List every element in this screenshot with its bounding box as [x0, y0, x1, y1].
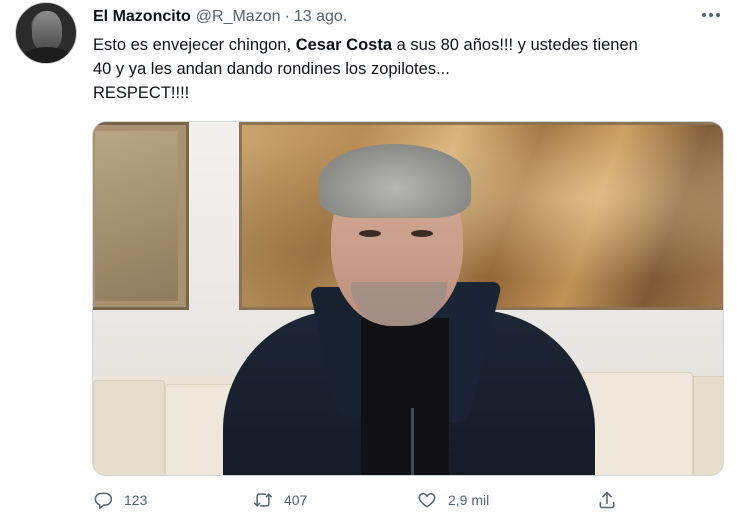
- like-count: 2,9 mil: [448, 492, 490, 508]
- photo-zip: [411, 408, 414, 475]
- tweet-photo[interactable]: [92, 121, 724, 476]
- retweet-icon: [253, 490, 273, 510]
- like-button[interactable]: 2,9 mil: [417, 490, 489, 510]
- reply-icon: [93, 490, 113, 510]
- text-segment: a sus 80 años!!! y ustedes tienen: [392, 36, 638, 54]
- photo-cushion: [581, 372, 693, 475]
- tweet-text-line-2: 40 y ya les andan dando rondines los zop…: [93, 60, 450, 78]
- reply-button[interactable]: 123: [93, 490, 147, 510]
- photo-frame-left: [93, 122, 189, 310]
- author-handle[interactable]: @R_Mazon: [196, 8, 281, 26]
- photo-eye: [359, 230, 381, 237]
- avatar[interactable]: [15, 2, 77, 64]
- tweet-header: El Mazoncito @R_Mazon · 13 ago.: [93, 6, 347, 28]
- tweet-text-line-1: Esto es envejecer chingon, Cesar Costa a…: [93, 33, 723, 57]
- retweet-count: 407: [284, 492, 308, 508]
- tweet[interactable]: El Mazoncito @R_Mazon · 13 ago. Esto es …: [0, 0, 740, 514]
- author-name[interactable]: El Mazoncito: [93, 8, 191, 26]
- retweet-button[interactable]: 407: [253, 490, 307, 510]
- more-horizontal-icon[interactable]: [698, 6, 724, 24]
- bold-mention: Cesar Costa: [295, 36, 393, 54]
- photo-sweater: [361, 318, 449, 475]
- text-segment: Esto es envejecer chingon,: [93, 36, 296, 54]
- photo-eye: [411, 230, 433, 237]
- photo-hair: [319, 144, 471, 218]
- tweet-text: Esto es envejecer chingon, Cesar Costa a…: [93, 33, 723, 105]
- reply-count: 123: [124, 492, 148, 508]
- share-button[interactable]: [597, 490, 617, 510]
- share-icon: [597, 490, 617, 510]
- tweet-actions: 123 407 2,9 mil: [93, 488, 723, 514]
- separator-dot: ·: [284, 8, 290, 25]
- avatar-shoulders: [20, 47, 74, 63]
- photo-cushion: [93, 380, 165, 475]
- tweet-text-line-3: RESPECT!!!!: [93, 84, 190, 102]
- avatar-face: [32, 11, 62, 51]
- tweet-date[interactable]: 13 ago.: [294, 8, 347, 26]
- photo-cushion: [693, 376, 723, 475]
- heart-icon: [417, 490, 437, 510]
